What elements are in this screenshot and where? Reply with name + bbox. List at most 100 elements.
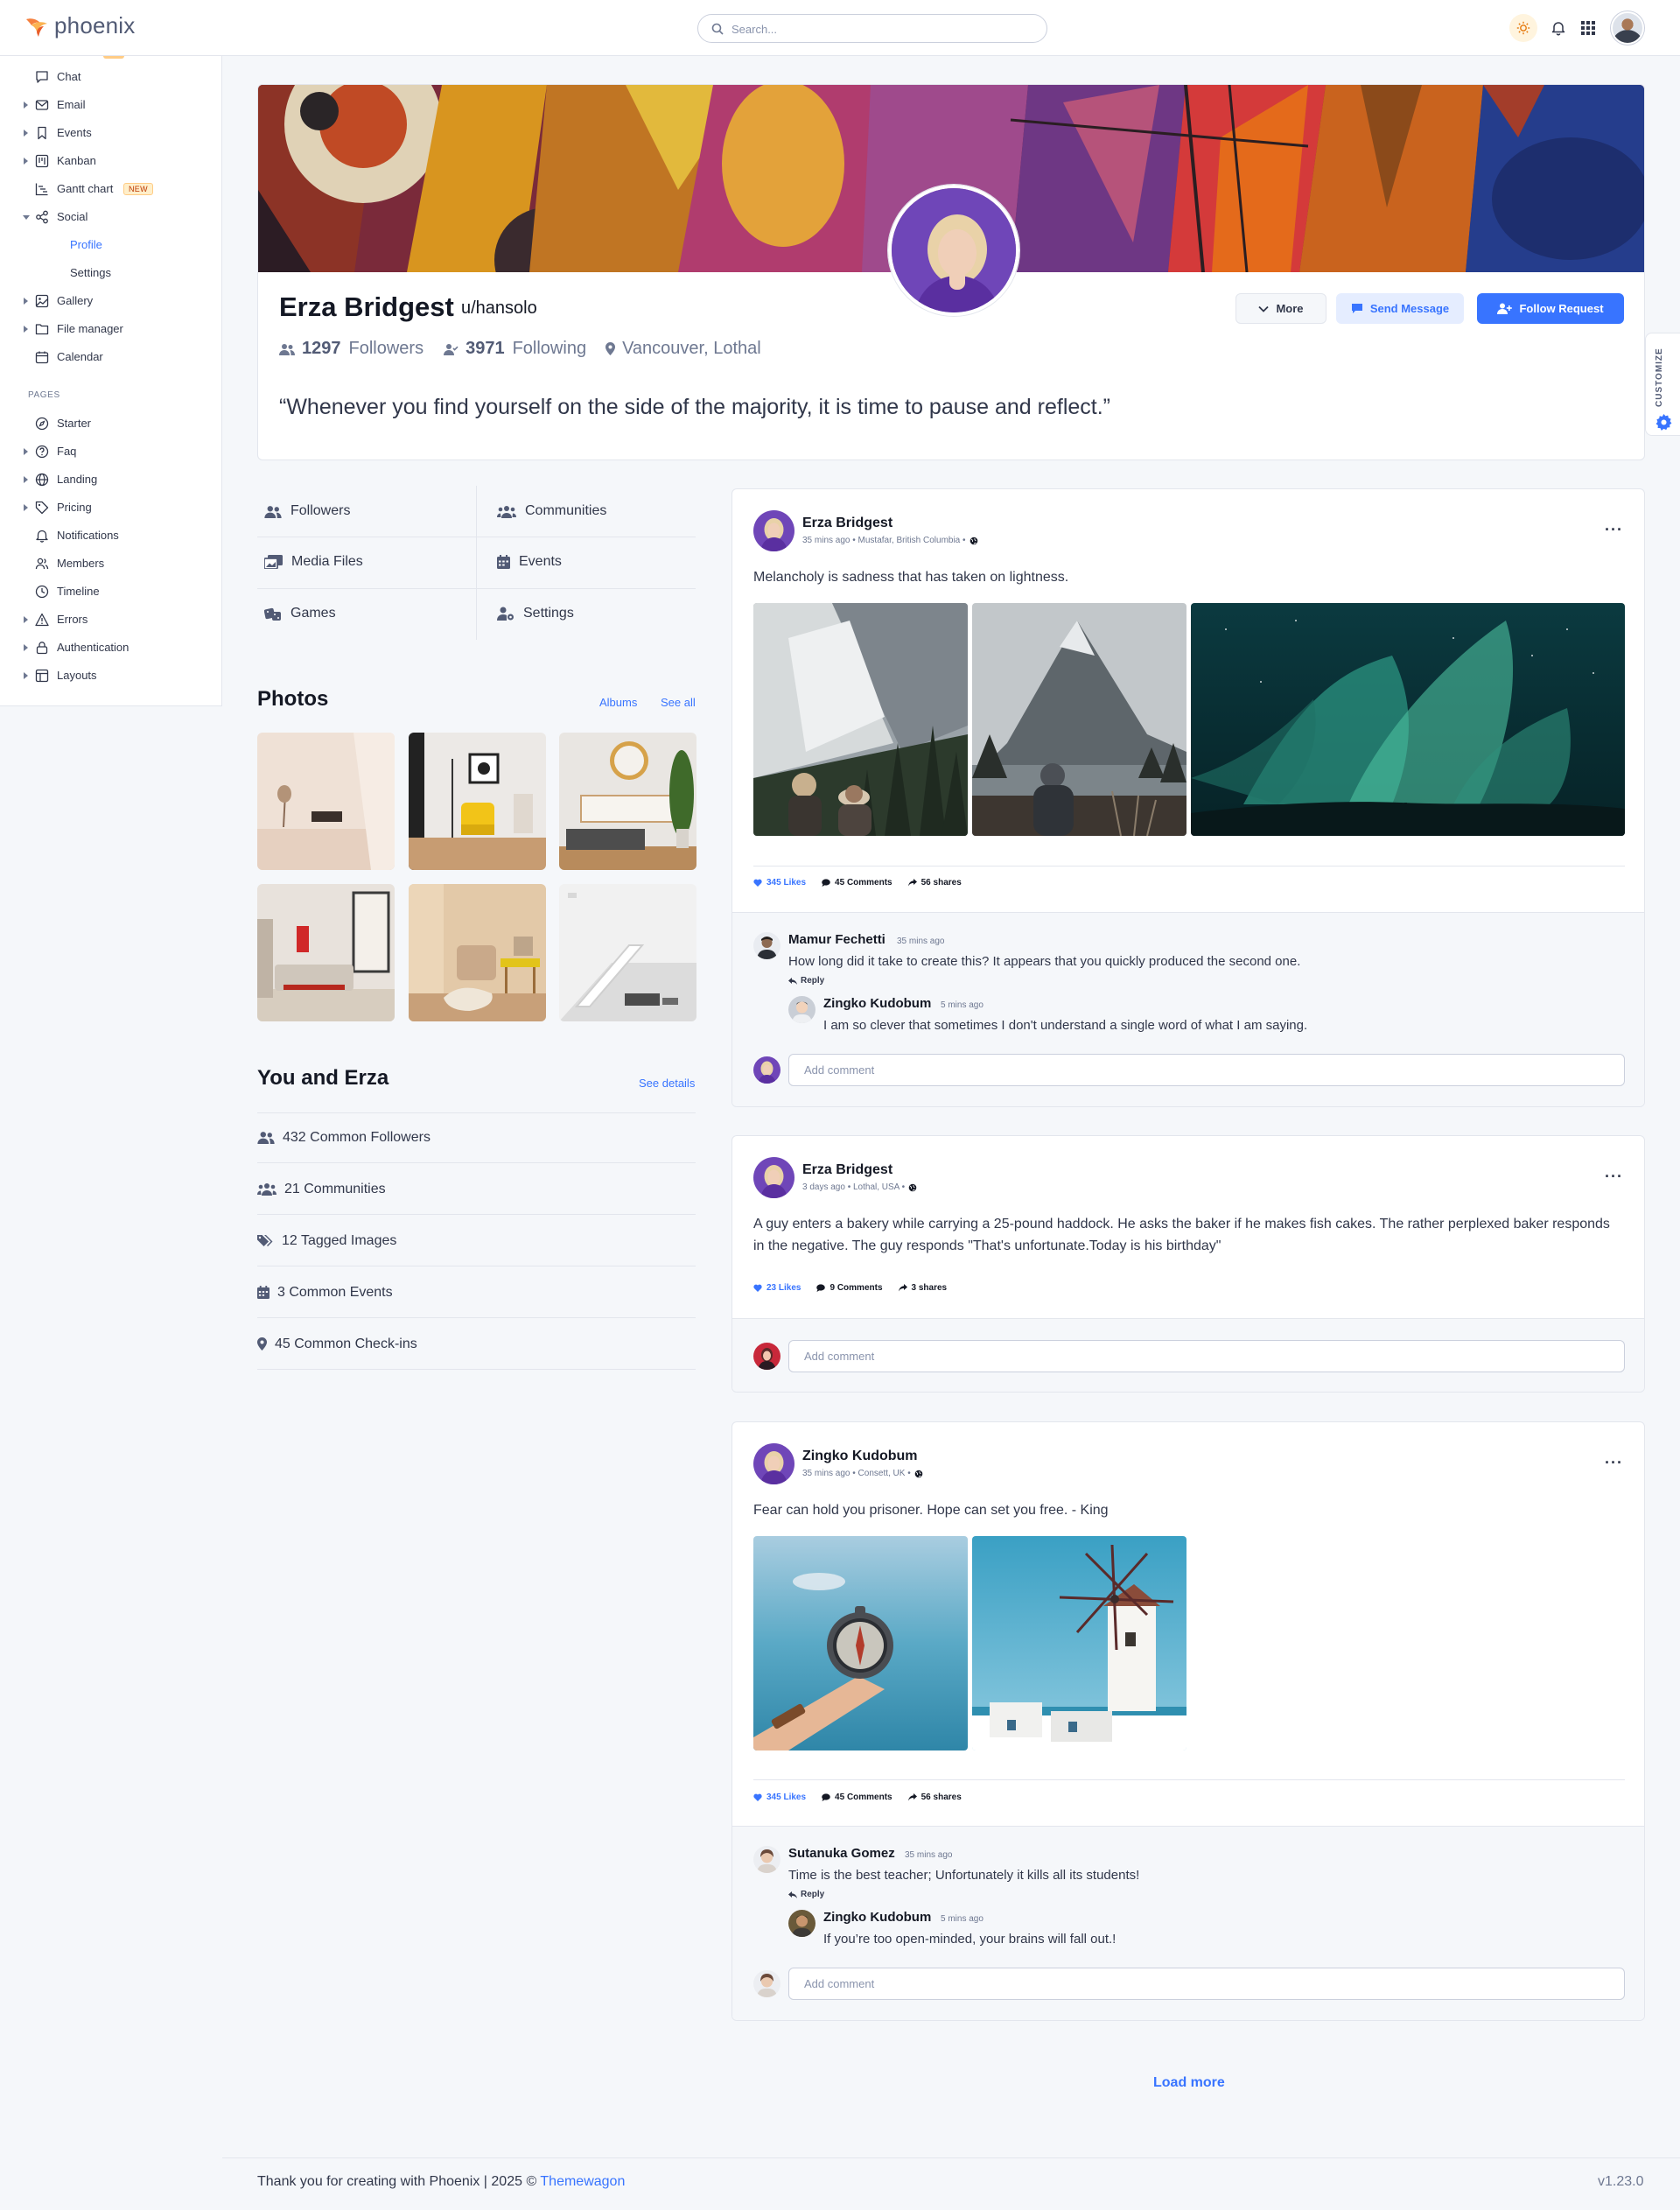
photo-thumbnail[interactable] [257,884,395,1021]
post-options-button[interactable]: ··· [1605,521,1623,539]
see-details-link[interactable]: See details [639,1077,695,1090]
post-author-name[interactable]: Erza Bridgest [802,516,892,531]
sidebar-item-settings[interactable]: Settings [0,261,220,285]
add-comment-input[interactable] [788,1340,1625,1372]
likes-button[interactable]: 345 Likes [753,1793,806,1802]
sidebar-item-profile[interactable]: Profile [0,233,220,257]
sidebar-item-members[interactable]: Members [0,551,220,576]
user-avatar-button[interactable] [1611,11,1644,45]
nav-events[interactable]: Events [497,537,716,587]
themewagon-link[interactable]: Themewagon [540,2174,625,2189]
send-message-button[interactable]: Send Message [1336,293,1464,324]
sidebar-item-notifications[interactable]: Notifications [0,523,220,548]
add-comment-input[interactable] [788,1968,1625,2000]
post-image[interactable] [972,1536,1186,1750]
commenter-name[interactable]: Zingko Kudobum [823,996,931,1011]
commenter-avatar[interactable] [753,932,780,959]
following-stat[interactable]: 3971 Following [443,339,586,359]
sidebar-item-layouts[interactable]: Layouts [0,663,220,688]
sidebar-item-events[interactable]: Events [0,121,220,145]
comments-button[interactable]: 45 Comments [822,1793,892,1802]
search-input[interactable] [732,19,1029,39]
common-check-ins-row[interactable]: 45 Common Check-ins [257,1319,696,1370]
commenter-avatar[interactable] [753,1846,780,1873]
common-events-row[interactable]: 3 Common Events [257,1267,696,1318]
sidebar-item-timeline[interactable]: Timeline [0,579,220,604]
load-more-button[interactable]: Load more [1153,2075,1225,2091]
sidebar-item-authentication[interactable]: Authentication [0,635,220,660]
followers-stat[interactable]: 1297 Followers [279,339,424,359]
sidebar-item-errors[interactable]: Errors [0,607,220,632]
post-author-avatar[interactable] [753,510,794,551]
commenter-avatar[interactable] [788,996,816,1023]
sidebar-item-file-manager[interactable]: File manager [0,317,220,341]
commenter-name[interactable]: Zingko Kudobum [823,1910,931,1925]
nav-followers[interactable]: Followers [264,486,483,537]
customize-panel-toggle[interactable]: CUSTOMIZE [1645,333,1680,436]
likes-button[interactable]: 345 Likes [753,878,806,888]
sidebar-item-landing[interactable]: Landing [0,467,220,492]
comments-count: 45 Comments [835,1793,892,1802]
nav-games[interactable]: Games [264,588,483,639]
commenter-name[interactable]: Sutanuka Gomez [788,1846,895,1861]
post-image[interactable] [1191,603,1625,836]
shares-button[interactable]: 56 shares [907,1793,962,1802]
sidebar-item-gantt-chart[interactable]: Gantt chart NEW [0,177,220,201]
sidebar-item-pricing[interactable]: Pricing [0,495,220,520]
shares-button[interactable]: 3 shares [898,1283,947,1293]
add-comment-input[interactable] [788,1054,1625,1086]
notifications-button[interactable] [1545,15,1572,41]
comments-button[interactable]: 45 Comments [822,878,892,888]
profile-avatar[interactable] [888,185,1019,316]
commenter-name[interactable]: Mamur Fechetti [788,932,886,947]
post-options-button[interactable]: ··· [1605,1454,1623,1472]
sidebar-item-kanban[interactable]: Kanban [0,149,220,173]
tagged-images-row[interactable]: 12 Tagged Images [257,1216,696,1266]
photo-thumbnail[interactable] [409,733,546,870]
brand-logo[interactable]: phoenix [24,12,135,39]
search-box[interactable] [697,14,1047,43]
nav-settings[interactable]: Settings [497,588,716,639]
sidebar-item-faq[interactable]: Faq [0,439,220,464]
nav-media-files[interactable]: Media Files [264,537,483,587]
more-button[interactable]: More [1236,293,1326,324]
post-author-name[interactable]: Erza Bridgest [802,1162,892,1178]
shares-button[interactable]: 56 shares [907,878,962,888]
sidebar-item-email[interactable]: Email [0,93,220,117]
photo-thumbnail[interactable] [409,884,546,1021]
theme-toggle-button[interactable] [1509,14,1537,42]
post-image[interactable] [972,603,1186,836]
sidebar-item-calendar[interactable]: Calendar [0,345,220,369]
sidebar-item-starter[interactable]: Starter [0,411,220,436]
nav-events-label: Events [519,554,562,569]
post-author-name[interactable]: Zingko Kudobum [802,1449,918,1464]
photo-thumbnail[interactable] [559,884,696,1021]
apps-menu-button[interactable] [1575,15,1601,41]
photo-thumbnail[interactable] [559,733,696,870]
sidebar-item-chat[interactable]: Chat [0,65,220,89]
following-label: Following [512,339,587,358]
post-image[interactable] [753,603,968,836]
sun-icon [1516,21,1530,35]
post-options-button[interactable]: ··· [1605,1168,1623,1186]
photo-thumbnail[interactable] [257,733,395,870]
sidebar-item-social[interactable]: Social [0,205,220,229]
nav-communities[interactable]: Communities [497,486,716,537]
likes-button[interactable]: 23 Likes [753,1283,801,1293]
common-communities-row[interactable]: 21 Communities [257,1164,696,1215]
see-all-photos-link[interactable]: See all [661,696,696,709]
comments-button[interactable]: 9 Comments [816,1283,883,1293]
common-followers-row[interactable]: 432 Common Followers [257,1112,696,1163]
comment-text: How long did it take to create this? It … [788,954,1301,969]
sidebar-item-gallery[interactable]: Gallery [0,289,220,313]
albums-link[interactable]: Albums [599,696,637,709]
reply-button[interactable]: Reply [788,976,824,986]
follow-request-button[interactable]: Follow Request [1477,293,1624,324]
expand-caret-icon [24,326,28,333]
commenter-avatar[interactable] [788,1910,816,1937]
post-author-avatar[interactable] [753,1157,794,1198]
post-author-avatar[interactable] [753,1443,794,1484]
sidebar-item-label: Authentication [57,641,130,654]
reply-button[interactable]: Reply [788,1890,824,1899]
post-image[interactable] [753,1536,968,1750]
